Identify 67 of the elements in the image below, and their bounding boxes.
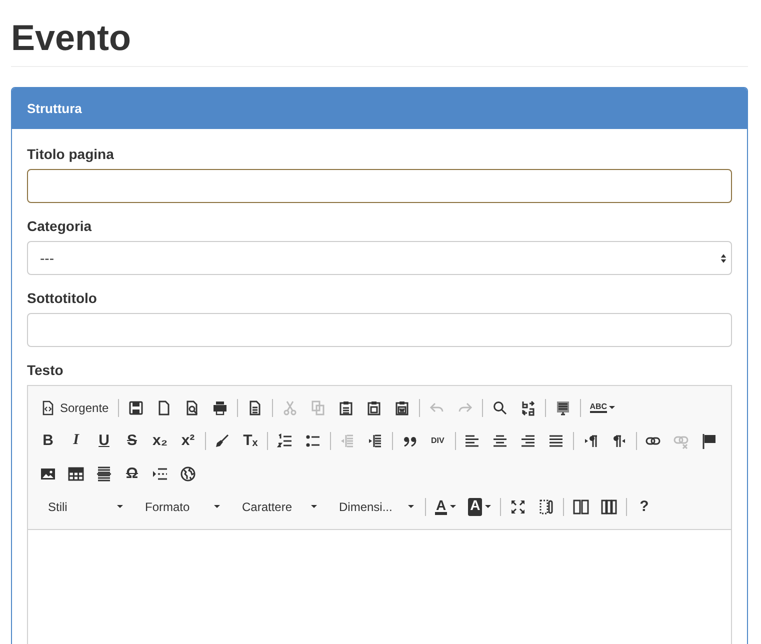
- caret-icon: [117, 504, 123, 508]
- field-label: Titolo pagina: [27, 146, 115, 162]
- page-break-icon: [152, 466, 168, 482]
- page-title: Evento: [11, 0, 748, 67]
- format-glyph-button[interactable]: I: [62, 428, 90, 454]
- field-label: Sottotitolo: [27, 290, 98, 306]
- justify-icon: [548, 432, 564, 448]
- clipboard-document-icon: [394, 400, 410, 416]
- save-icon: [128, 400, 144, 416]
- align-center-icon: [492, 432, 508, 448]
- two-columns-icon: [573, 498, 590, 514]
- format-glyph-button[interactable]: U: [90, 428, 118, 454]
- format-glyph-button[interactable]: Ω: [118, 460, 146, 486]
- caret-icon: [408, 504, 414, 508]
- field-label: Testo: [27, 362, 64, 378]
- select-all-icon: [554, 400, 571, 416]
- print-icon: [212, 400, 228, 416]
- updown-arrows-icon: [720, 252, 727, 264]
- align-right-icon: [520, 432, 536, 448]
- format-glyph-button[interactable]: B: [34, 428, 62, 454]
- spellcheck-button[interactable]: ABC: [584, 394, 622, 420]
- text-field[interactable]: [27, 169, 732, 203]
- clipboard-text-icon: [366, 400, 382, 416]
- brush-icon: [214, 432, 230, 448]
- source-icon: [40, 400, 56, 416]
- background-color-button[interactable]: A: [462, 494, 498, 520]
- format-glyph-button[interactable]: DIV: [424, 428, 452, 454]
- format-glyph-button[interactable]: x₂: [146, 428, 174, 454]
- clipboard-icon: [338, 400, 354, 416]
- copy-icon: [310, 400, 326, 416]
- bulleted-list-icon: [304, 432, 321, 448]
- text-color-button[interactable]: A: [429, 494, 462, 520]
- three-columns-icon: [601, 498, 618, 514]
- search-icon: [492, 400, 508, 416]
- table-icon: [68, 466, 84, 482]
- format-glyph-button[interactable]: ?: [630, 494, 658, 520]
- left-to-right-icon: [582, 432, 599, 448]
- dropdown-button[interactable]: Dimensi...: [325, 494, 422, 520]
- indent-icon: [367, 432, 384, 448]
- format-glyph-button[interactable]: S: [118, 428, 146, 454]
- format-glyph-button[interactable]: x²: [174, 428, 202, 454]
- right-to-left-icon: [610, 432, 627, 448]
- outdent-icon: [339, 432, 356, 448]
- panel-title: Struttura: [27, 101, 82, 116]
- source-button[interactable]: Sorgente: [34, 394, 115, 420]
- format-glyph-button[interactable]: Tₓ: [236, 428, 264, 454]
- caret-icon: [609, 406, 616, 410]
- align-left-icon: [464, 432, 480, 448]
- dropdown-button[interactable]: Stili: [34, 494, 131, 520]
- show-blocks-icon: [538, 498, 554, 514]
- image-icon: [40, 466, 56, 482]
- scissors-icon: [282, 400, 298, 416]
- flag-icon: [700, 432, 717, 448]
- field-label: Categoria: [27, 218, 93, 234]
- caret-icon: [485, 504, 492, 508]
- maximize-icon: [510, 498, 526, 514]
- horizontal-rule-icon: [96, 466, 112, 482]
- dropdown-button[interactable]: Carattere: [228, 494, 325, 520]
- replace-icon: [520, 400, 536, 416]
- caret-icon: [214, 504, 220, 508]
- caret-icon: [311, 504, 317, 508]
- select-field[interactable]: ---: [27, 241, 732, 275]
- globe-icon: [180, 466, 196, 482]
- caret-icon: [450, 504, 456, 508]
- dropdown-button[interactable]: Formato: [131, 494, 228, 520]
- numbered-list-icon: [276, 432, 293, 448]
- text-field[interactable]: [27, 313, 732, 347]
